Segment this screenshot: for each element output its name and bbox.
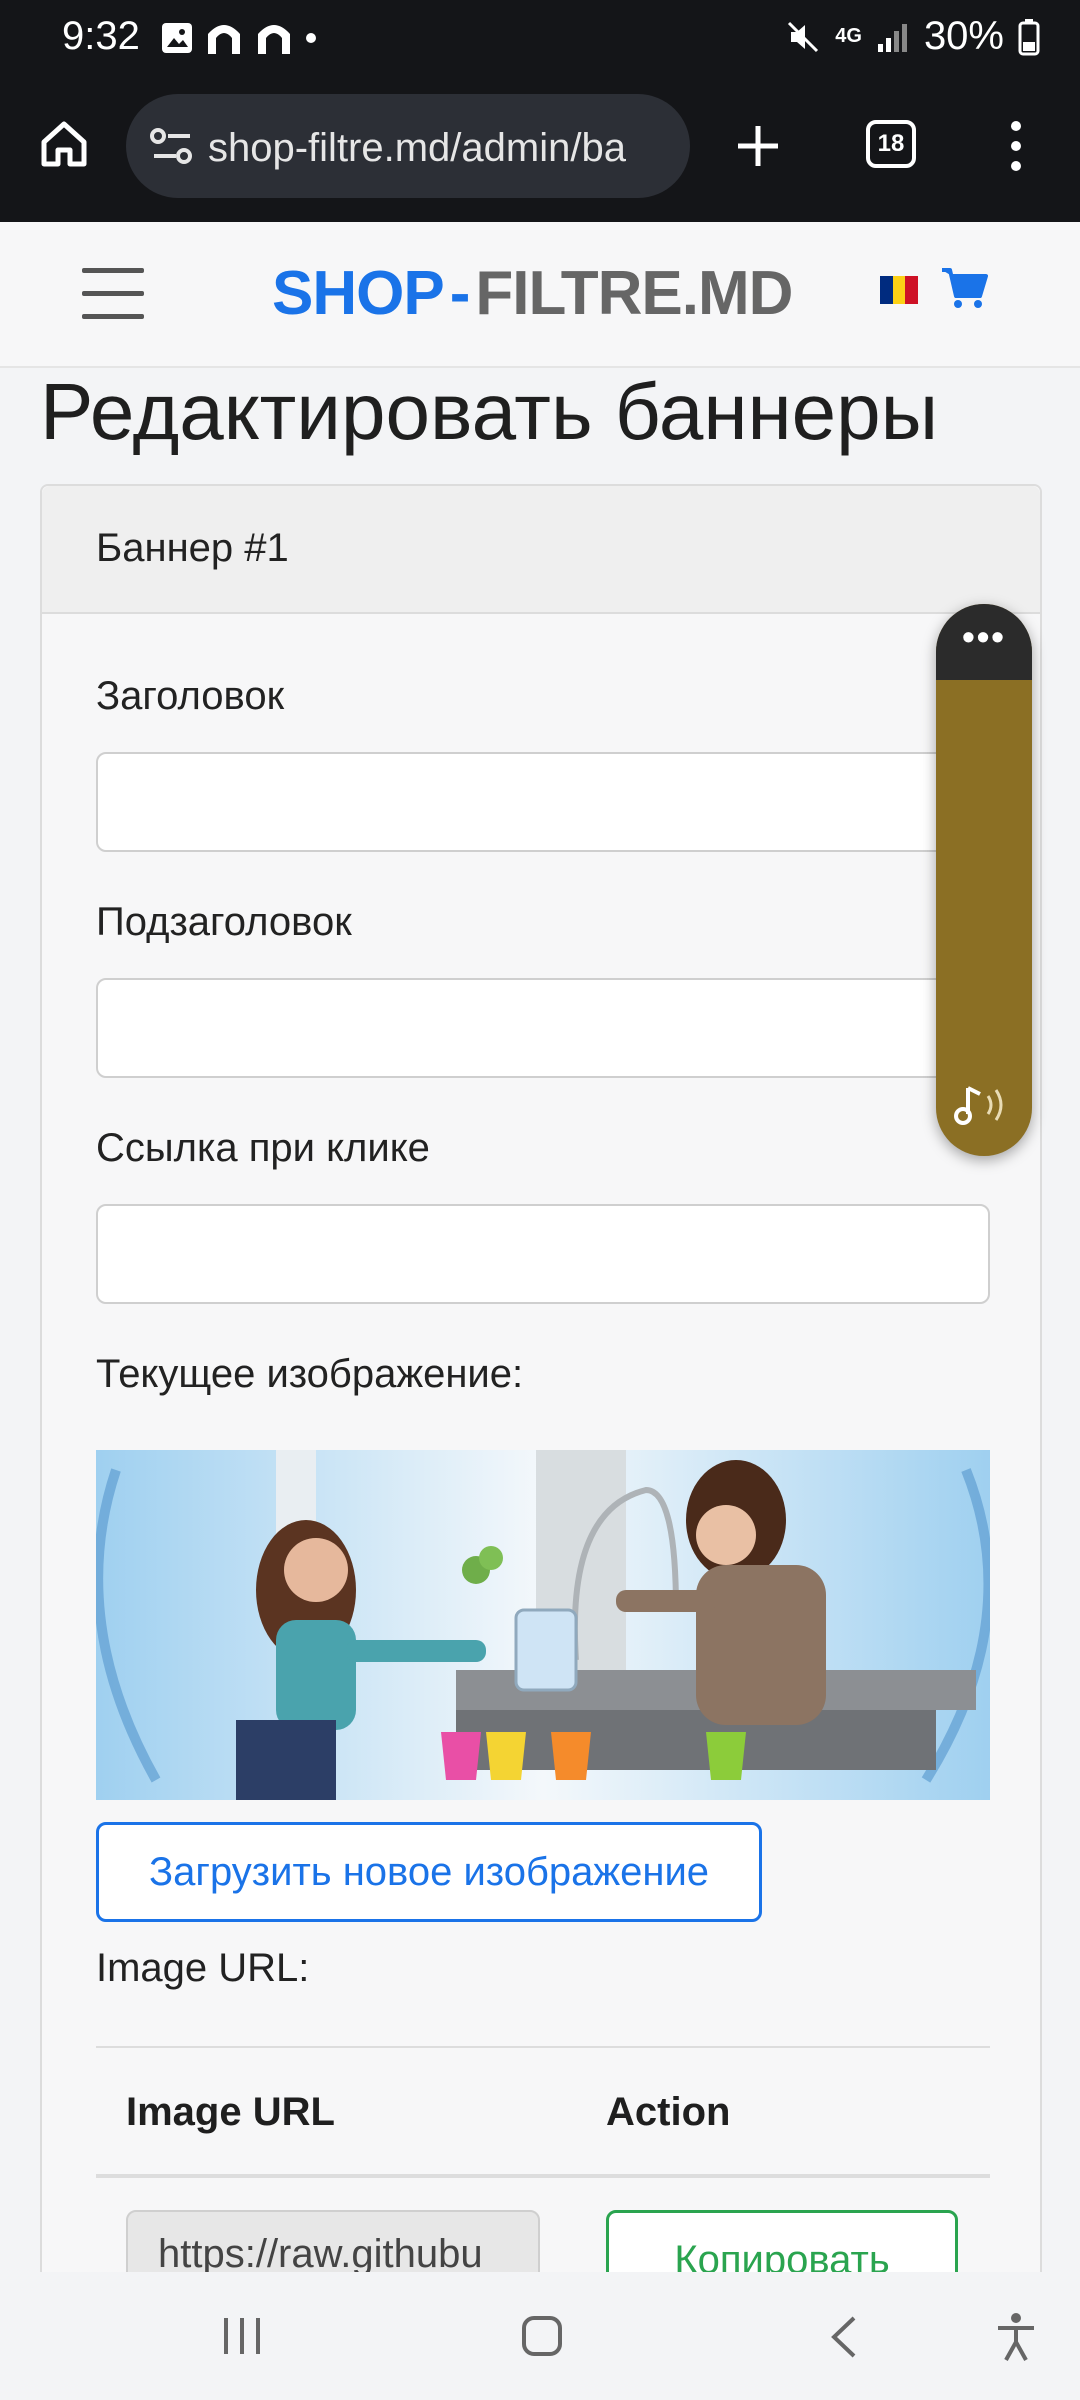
- card-header: Баннер #1: [42, 486, 1040, 614]
- app-notification-icon-2: [258, 25, 290, 54]
- logo-filtre: FILTRE.MD: [475, 259, 793, 328]
- system-navigation-bar: [0, 2272, 1080, 2400]
- battery-percent: 30%: [923, 14, 1004, 58]
- read-aloud-icon[interactable]: [954, 1080, 1014, 1130]
- title-label: Заголовок: [96, 674, 285, 718]
- site-settings-icon[interactable]: [150, 126, 194, 166]
- image-url-label: Image URL:: [96, 1946, 310, 1990]
- banner-image: [96, 1450, 990, 1800]
- subtitle-label: Подзаголовок: [96, 900, 352, 944]
- new-tab-icon[interactable]: [736, 124, 780, 168]
- logo-dash: -: [449, 259, 471, 328]
- recent-apps-icon[interactable]: [220, 2314, 264, 2358]
- site-logo[interactable]: SHOP-FILTRE.MD: [272, 258, 793, 329]
- floating-audio-widget[interactable]: •••: [936, 604, 1032, 1156]
- accessibility-icon[interactable]: [994, 2312, 1038, 2362]
- address-bar[interactable]: shop-filtre.md/admin/ba: [126, 94, 690, 198]
- gallery-icon: [162, 23, 192, 53]
- battery-icon: [1018, 18, 1040, 55]
- language-flag-icon[interactable]: [880, 276, 919, 304]
- signal-icon: [877, 23, 907, 52]
- page-title: Редактировать баннеры: [40, 367, 939, 456]
- current-image-label: Текущее изображение:: [96, 1352, 524, 1396]
- card-header-title: Баннер #1: [96, 526, 289, 570]
- link-label: Ссылка при клике: [96, 1126, 430, 1170]
- subtitle-input[interactable]: [96, 978, 990, 1078]
- link-input[interactable]: [96, 1204, 990, 1304]
- upload-image-button[interactable]: Загрузить новое изображение: [96, 1822, 762, 1922]
- back-icon[interactable]: [826, 2314, 862, 2360]
- status-bar: 9:32 4G 30%: [0, 0, 1080, 80]
- cart-icon[interactable]: [940, 266, 988, 310]
- url-text[interactable]: shop-filtre.md/admin/ba: [208, 126, 678, 171]
- home-icon[interactable]: [36, 116, 92, 172]
- tab-switcher-button[interactable]: 18: [866, 120, 916, 168]
- table-header-image-url: Image URL: [126, 2090, 335, 2134]
- app-notification-icon: [208, 25, 240, 54]
- more-dots-icon[interactable]: •••: [936, 616, 1032, 658]
- dot-icon: [306, 33, 316, 43]
- status-right: 4G 30%: [785, 14, 1040, 59]
- table-top-divider: [96, 2046, 990, 2048]
- mute-icon: [788, 21, 819, 52]
- more-options-icon[interactable]: [1006, 120, 1026, 172]
- title-input[interactable]: [96, 752, 990, 852]
- browser-toolbar: shop-filtre.md/admin/ba 18: [0, 80, 1080, 222]
- site-header: SHOP-FILTRE.MD: [0, 222, 1080, 368]
- table-header-divider: [96, 2174, 990, 2178]
- table-header-action: Action: [606, 2090, 731, 2134]
- menu-icon[interactable]: [82, 268, 144, 320]
- notification-icons: [160, 20, 318, 56]
- widget-menu[interactable]: •••: [936, 604, 1032, 680]
- status-time: 9:32: [62, 14, 140, 58]
- logo-shop: SHOP: [272, 259, 445, 328]
- banner-card: Баннер #1 Заголовок Подзаголовок Ссылка …: [40, 484, 1042, 2310]
- network-type: 4G: [835, 25, 862, 47]
- home-button-icon[interactable]: [520, 2314, 564, 2358]
